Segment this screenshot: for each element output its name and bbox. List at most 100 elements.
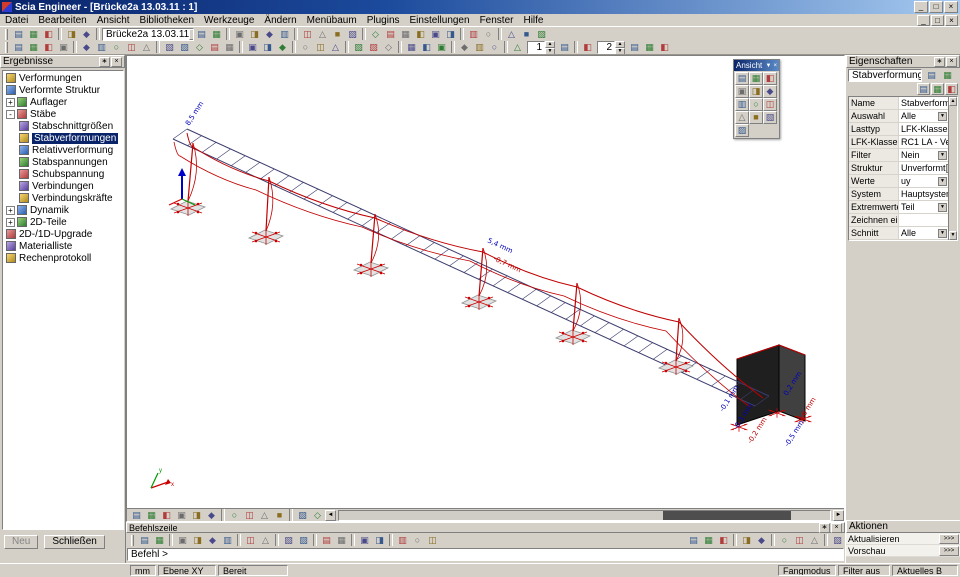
close-button[interactable]: × xyxy=(944,1,958,13)
perspective-view-icon[interactable]: ◨ xyxy=(739,534,754,547)
zoom-window-icon[interactable]: ◧ xyxy=(763,72,777,85)
midpoint-snap-icon[interactable]: ◆ xyxy=(205,534,220,547)
load-group-icon[interactable]: ◨ xyxy=(260,41,275,54)
chevron-down-icon[interactable]: ▼ xyxy=(938,112,947,121)
zoom-out-icon[interactable]: ▣ xyxy=(174,509,189,522)
tree-item-stabverformungen[interactable]: Stabverformungen xyxy=(3,132,123,144)
add-column-icon[interactable]: ◇ xyxy=(192,41,207,54)
status-aktuelles-b[interactable]: Aktuelles B xyxy=(892,565,958,576)
zoom-window-icon[interactable]: ▤ xyxy=(383,28,398,41)
shaded-view-icon[interactable]: ▦ xyxy=(701,534,716,547)
spin-down-icon[interactable]: ▼ xyxy=(545,48,555,55)
select-polygon-icon[interactable]: ▦ xyxy=(26,41,41,54)
select-previous-icon[interactable]: ▤ xyxy=(319,534,334,547)
spin-down-icon[interactable]: ▼ xyxy=(615,48,625,55)
chevron-down-icon[interactable]: ▼ xyxy=(766,63,772,69)
property-value[interactable]: Nein▼ xyxy=(899,149,948,161)
rotate-element-icon[interactable]: ○ xyxy=(109,41,124,54)
menu-ansicht[interactable]: Ansicht xyxy=(92,15,135,26)
zoom-in-icon[interactable]: ▣ xyxy=(357,534,372,547)
view-front-icon[interactable]: ○ xyxy=(227,509,242,522)
chevron-down-icon[interactable]: ▼ xyxy=(938,229,947,238)
scrollbar-thumb[interactable] xyxy=(663,511,791,520)
menu-ändern[interactable]: Ändern xyxy=(259,15,301,26)
select-all-icon[interactable]: ◧ xyxy=(41,41,56,54)
hidden-line-mode-icon[interactable]: ○ xyxy=(487,41,502,54)
zoom-all-icon[interactable]: ▣ xyxy=(735,85,749,98)
results-display-icon[interactable]: ◇ xyxy=(381,41,396,54)
add-wall-icon[interactable]: ▦ xyxy=(222,41,237,54)
engineering-report-icon[interactable]: ◨ xyxy=(247,28,262,41)
zoom-out-icon[interactable]: ◨ xyxy=(372,534,387,547)
scale-stepper-2[interactable]: 2 ▲▼ xyxy=(597,41,625,54)
property-row-extremwerte[interactable]: ExtremwerteTeil▼ xyxy=(849,201,948,214)
help-icon[interactable]: ▧ xyxy=(534,28,549,41)
property-value[interactable]: RC1 LA - Ver▼ xyxy=(899,136,948,148)
zoom-all-icon[interactable]: ▤ xyxy=(129,509,144,522)
action-more-button[interactable]: >>> xyxy=(939,534,959,544)
ortho-mode-icon[interactable]: ◫ xyxy=(243,534,258,547)
table-edit-icon[interactable]: ▤ xyxy=(917,83,930,95)
background-color-icon[interactable]: △ xyxy=(807,534,822,547)
load-case-icon[interactable]: ▣ xyxy=(245,41,260,54)
add-node-icon[interactable]: ▧ xyxy=(162,41,177,54)
menu-datei[interactable]: Datei xyxy=(0,15,33,26)
axonometric-icon[interactable]: ■ xyxy=(272,509,287,522)
tree-item-2d-1d-upgrade[interactable]: 2D-/1D-Upgrade xyxy=(3,228,123,240)
spin-up-icon[interactable]: ▲ xyxy=(615,41,625,48)
tree-item-rechenprotokoll[interactable]: Rechenprotokoll xyxy=(3,252,123,264)
view-top-icon[interactable]: ◫ xyxy=(242,509,257,522)
menu-hilfe[interactable]: Hilfe xyxy=(518,15,548,26)
property-row-werte[interactable]: Werteuy▼ xyxy=(849,175,948,188)
horizontal-scrollbar[interactable] xyxy=(338,510,831,521)
spin-up-icon[interactable]: ▲ xyxy=(545,41,555,48)
surface-settings-icon[interactable]: ◫ xyxy=(792,534,807,547)
status-filter-aus[interactable]: Filter aus xyxy=(838,565,890,576)
close-icon[interactable]: × xyxy=(773,63,777,69)
zoom-window-icon[interactable]: ▦ xyxy=(144,509,159,522)
view-settings-icon[interactable]: ▨ xyxy=(735,124,749,137)
document-manager-icon[interactable]: ▥ xyxy=(277,28,292,41)
animation-icon[interactable]: ◧ xyxy=(580,41,595,54)
tree-item-auflager[interactable]: +Auflager xyxy=(3,96,123,108)
zoom-in-icon[interactable]: ▦ xyxy=(398,28,413,41)
view-side-icon[interactable]: △ xyxy=(257,509,272,522)
action-aktualisieren[interactable]: Aktualisieren>>> xyxy=(846,533,960,545)
mirror-element-icon[interactable]: ◫ xyxy=(124,41,139,54)
coordinates-relative-icon[interactable]: ▨ xyxy=(296,534,311,547)
scroll-down-icon[interactable]: ▼ xyxy=(949,231,957,240)
close-icon[interactable]: × xyxy=(111,57,122,67)
expand-icon[interactable]: + xyxy=(6,218,15,227)
perspective-icon[interactable]: ▧ xyxy=(763,111,777,124)
copy-element-icon[interactable]: ◆ xyxy=(79,41,94,54)
plane-yz-icon[interactable]: ◫ xyxy=(425,534,440,547)
chart-icon[interactable]: ▦ xyxy=(931,83,944,95)
property-value[interactable]: Alle▼ xyxy=(899,110,948,122)
property-value[interactable]: Hauptsystem▼ xyxy=(899,188,948,200)
hinges-icon[interactable]: ◫ xyxy=(313,41,328,54)
hidden-view-icon[interactable]: ◧ xyxy=(716,534,731,547)
units-setup-icon[interactable]: △ xyxy=(504,28,519,41)
activity-icon[interactable]: △ xyxy=(315,28,330,41)
project-combo[interactable]: Brücke2a 13.03.11 ▼ xyxy=(102,28,194,41)
layers-icon[interactable]: ◫ xyxy=(300,28,315,41)
expand-icon[interactable]: + xyxy=(6,98,15,107)
pin-icon[interactable]: ∗ xyxy=(99,57,110,67)
select-marquee-icon[interactable]: ▦ xyxy=(334,534,349,547)
wireframe-mode-icon[interactable]: ◆ xyxy=(457,41,472,54)
toolbar-grip[interactable] xyxy=(131,535,134,546)
schliessen-button[interactable]: Schließen xyxy=(44,535,104,549)
property-value[interactable]: Stabverformung. xyxy=(899,97,948,109)
pin-icon[interactable]: ∗ xyxy=(819,523,830,533)
property-row-system[interactable]: SystemHauptsystem▼ xyxy=(849,188,948,201)
toolbar-grip[interactable] xyxy=(5,42,8,53)
property-value[interactable]: uy▼ xyxy=(899,175,948,187)
undo-icon[interactable]: ▤ xyxy=(194,28,209,41)
light-settings-icon[interactable]: ○ xyxy=(777,534,792,547)
escape-command-icon[interactable]: ▦ xyxy=(152,534,167,547)
tree-item-stabspannungen[interactable]: Stabspannungen xyxy=(3,156,123,168)
mesh-setup-icon[interactable]: ▧ xyxy=(351,41,366,54)
options-icon[interactable]: ■ xyxy=(519,28,534,41)
property-value[interactable]: Alle▼ xyxy=(899,227,948,239)
menu-fenster[interactable]: Fenster xyxy=(475,15,519,26)
